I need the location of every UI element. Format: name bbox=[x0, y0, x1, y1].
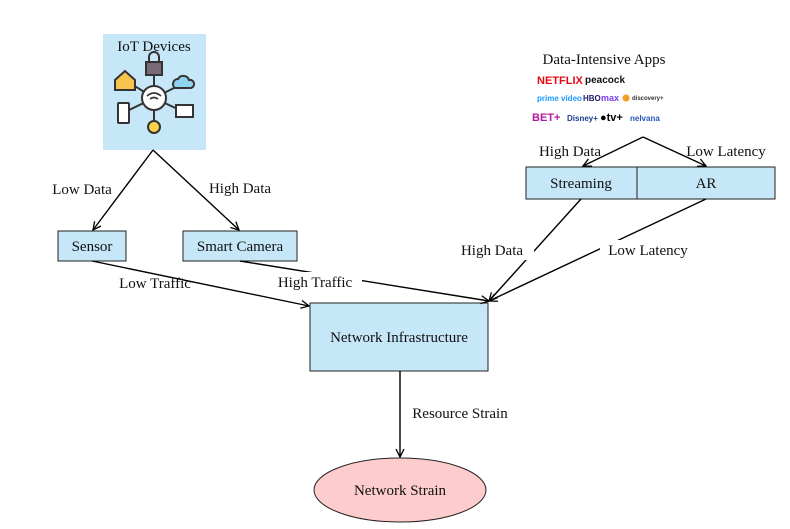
iot-devices-node: IoT Devices bbox=[103, 34, 206, 150]
ar-label: AR bbox=[696, 176, 717, 192]
svg-text:peacock: peacock bbox=[585, 75, 625, 86]
svg-text:max: max bbox=[601, 93, 619, 103]
data-intensive-apps-node: Data-Intensive Apps NETFLIX peacock prim… bbox=[532, 52, 666, 124]
app-logos: NETFLIX peacock prime video HBO max disc… bbox=[532, 75, 664, 124]
sensor-label: Sensor bbox=[72, 239, 113, 255]
svg-text:NETFLIX: NETFLIX bbox=[537, 75, 583, 87]
diagram: IoT Devices Data-Intensive Apps NETFLIX … bbox=[52, 34, 776, 523]
network-infrastructure-label: Network Infrastructure bbox=[330, 330, 468, 346]
streaming-node: Streaming bbox=[525, 166, 638, 200]
apps-label: Data-Intensive Apps bbox=[543, 52, 666, 68]
smart-camera-label: Smart Camera bbox=[197, 239, 284, 255]
svg-text:discovery+: discovery+ bbox=[632, 96, 664, 102]
svg-text:BET+: BET+ bbox=[532, 112, 560, 124]
svg-text:Disney+: Disney+ bbox=[567, 114, 598, 123]
label-low-data: Low Data bbox=[52, 182, 112, 198]
smart-camera-node: Smart Camera bbox=[182, 230, 298, 262]
network-infrastructure-node: Network Infrastructure bbox=[309, 302, 489, 372]
svg-text:●tv+: ●tv+ bbox=[600, 112, 623, 124]
ar-node: AR bbox=[636, 166, 776, 200]
svg-text:prime video: prime video bbox=[537, 94, 582, 103]
network-strain-node: Network Strain bbox=[313, 457, 487, 523]
label-high-data-streaming: High Data bbox=[461, 243, 523, 259]
label-low-traffic: Low Traffic bbox=[119, 276, 191, 292]
label-resource-strain: Resource Strain bbox=[412, 406, 508, 422]
label-low-latency-apps: Low Latency bbox=[686, 144, 766, 160]
svg-text:nelvana: nelvana bbox=[630, 114, 660, 123]
label-low-latency-ar: Low Latency bbox=[608, 243, 688, 259]
sensor-node: Sensor bbox=[57, 230, 127, 262]
svg-text:HBO: HBO bbox=[583, 94, 601, 103]
network-strain-label: Network Strain bbox=[354, 483, 447, 499]
label-high-traffic: High Traffic bbox=[278, 275, 353, 291]
label-high-data-iot: High Data bbox=[209, 181, 271, 197]
streaming-label: Streaming bbox=[550, 176, 612, 192]
label-high-data-apps: High Data bbox=[539, 144, 601, 160]
